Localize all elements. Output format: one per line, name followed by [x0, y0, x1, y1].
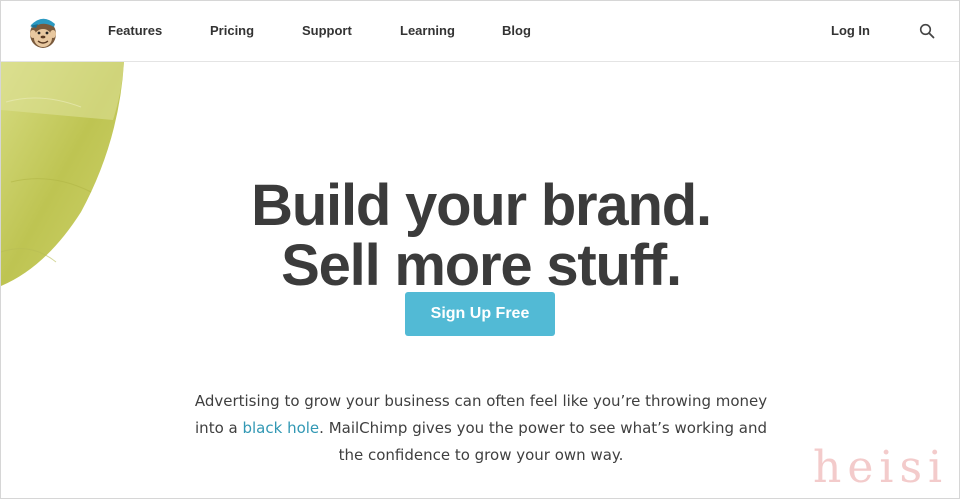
watermark-text: heisi: [813, 442, 949, 493]
nav-support[interactable]: Support: [302, 22, 352, 40]
black-hole-link[interactable]: black hole: [242, 419, 319, 437]
hero-headline-line-1: Build your brand.: [251, 172, 712, 238]
browser-viewport: Features Pricing Support Learning Blog L…: [0, 0, 960, 499]
hero-intro-paragraph: Advertising to grow your business can of…: [181, 388, 781, 469]
intro-text-after: . MailChimp gives you the power to see w…: [319, 419, 767, 464]
nav-learning[interactable]: Learning: [400, 22, 455, 40]
login-link[interactable]: Log In: [831, 22, 870, 40]
nav-features[interactable]: Features: [108, 22, 162, 40]
hero-headline-line-2: Sell more stuff.: [281, 232, 682, 298]
nav-blog[interactable]: Blog: [502, 22, 531, 40]
chimp-logo-icon[interactable]: [24, 12, 62, 50]
search-icon[interactable]: [919, 23, 935, 39]
sign-up-free-button[interactable]: Sign Up Free: [405, 292, 555, 336]
site-header: Features Pricing Support Learning Blog L…: [1, 1, 959, 62]
nav-pricing[interactable]: Pricing: [210, 22, 254, 40]
hero-headline: Build your brand. Sell more stuff.: [1, 172, 959, 298]
